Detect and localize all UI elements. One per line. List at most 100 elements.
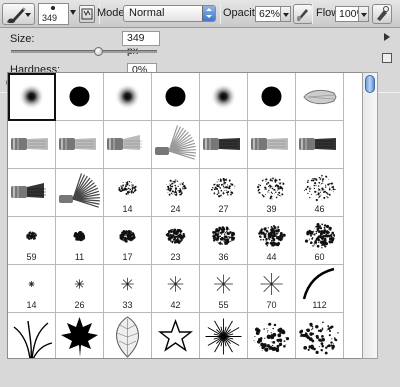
tablet-opacity-button[interactable] [293,4,313,24]
brush-preset-chalk[interactable]: 36 [200,217,248,265]
brush-preset-spray[interactable]: 24 [152,169,200,217]
brush-size-label: 14 [122,204,133,214]
brush-preset-maple-leaf[interactable] [56,313,104,358]
pen-pressure-icon [297,9,308,21]
flat-brush-brush-icon [59,138,96,150]
bristle-tip-brush-icon [303,89,337,105]
size-slider-thumb[interactable] [93,47,103,56]
airbrush-button[interactable] [372,4,392,24]
brush-list-scrollbar[interactable] [362,72,378,359]
brush-preset-picker[interactable]: 349 [38,3,69,25]
brush-preset-list[interactable]: 14 24 27 39 46 59 11 17 23 36 44 60 14 26 33 42 55 70 112 [7,72,362,359]
scrollbar-thumb[interactable] [365,75,375,93]
brush-dot-icon [51,6,55,10]
flow-dropdown-button[interactable] [358,6,369,22]
brush-preset-flat-brush[interactable] [8,121,56,169]
brush-preset-soft[interactable] [104,73,152,121]
brush-preset-splatter[interactable] [248,313,296,358]
brush-panel-toggle-button[interactable] [79,5,95,23]
brush-preset-soft[interactable] [200,73,248,121]
brush-preset-spray[interactable]: 59 [8,217,56,265]
chevron-down-icon[interactable] [70,10,76,15]
opacity-field[interactable]: 62% [255,6,281,22]
brush-preset-fan-brush-dark[interactable] [56,169,104,217]
leaf-brush-icon [116,316,139,358]
flow-field[interactable]: 100% [335,6,366,22]
brush-preset-angled-brush-dark[interactable] [8,169,56,217]
burst-brush-icon [205,318,242,355]
brush-preset-flat-brush-dark[interactable] [200,121,248,169]
brush-preset-leaf[interactable] [104,313,152,358]
opacity-dropdown-button[interactable] [280,6,291,22]
brush-size-label: 55 [218,300,229,310]
flat-brush-brush-icon [11,138,48,150]
brush-preset-fan-brush[interactable] [152,121,200,169]
brush-preset-star[interactable]: 33 [104,265,152,313]
flat-brush-brush-icon [251,138,288,150]
brush-size-label: 59 [26,252,37,262]
airbrush-icon [377,6,389,21]
brush-preset-soft[interactable] [8,73,56,121]
brush-preset-hard[interactable] [152,73,200,121]
brush-preset-star-outline[interactable] [152,313,200,358]
brush-preset-spray[interactable]: 46 [296,169,344,217]
brush-size-label: 112 [312,300,327,310]
brush-palette-icon [81,8,93,20]
size-field[interactable]: 349 px [122,31,160,57]
brush-size-label: 11 [74,252,85,262]
tool-preset-picker[interactable] [2,3,35,25]
brush-preset-spray[interactable]: 27 [200,169,248,217]
panel-menu-arrow-icon[interactable] [384,33,390,41]
brush-preset-angled-brush[interactable] [104,121,152,169]
brush-size-label: 23 [170,252,181,262]
grass-brush-icon [13,320,53,358]
brush-preset-chalk[interactable]: 17 [104,217,152,265]
brush-size-label: 14 [26,300,37,310]
chevron-down-icon [25,13,31,17]
hard-brush-icon [69,86,90,107]
soft-brush-icon [210,83,237,110]
flat-brush-dark-brush-icon [299,138,336,150]
brush-size-label: 42 [170,300,181,310]
toolbar-separator [220,4,221,24]
brush-preset-arc[interactable]: 112 [296,265,344,313]
brush-size-label: 36 [218,252,229,262]
splatter-brush-icon [253,322,290,353]
brush-preset-spray[interactable]: 39 [248,169,296,217]
brush-preset-grass[interactable] [8,313,56,358]
splatter2-brush-icon [299,321,339,355]
brush-size-label: 17 [122,252,133,262]
size-slider[interactable] [11,50,157,53]
brush-preset-bristle-tip[interactable] [296,73,344,121]
brush-preset-hard[interactable] [56,73,104,121]
brush-preset-star[interactable]: 42 [152,265,200,313]
brush-preset-star[interactable]: 26 [56,265,104,313]
brush-preset-chalk[interactable]: 23 [152,217,200,265]
brush-preset-star[interactable]: 70 [248,265,296,313]
new-preset-icon[interactable] [382,53,392,63]
brush-preset-chalk[interactable]: 11 [56,217,104,265]
brush-preset-flat-brush-dark[interactable] [296,121,344,169]
mode-select[interactable]: Normal [123,5,216,22]
toolbar-separator [312,4,313,24]
brush-preset-chalk[interactable]: 44 [248,217,296,265]
brush-preset-flat-brush[interactable] [248,121,296,169]
size-label: Size: [10,33,35,45]
brush-preset-chalk[interactable]: 60 [296,217,344,265]
brush-preset-flat-brush[interactable] [56,121,104,169]
brush-preset-star[interactable]: 14 [8,265,56,313]
brush-preset-star[interactable]: 55 [200,265,248,313]
brush-size-label: 39 [266,204,277,214]
brush-preset-grid: 14 24 27 39 46 59 11 17 23 36 44 60 14 26 33 42 55 70 112 [8,73,362,358]
maple-leaf-brush-icon [61,317,98,357]
brush-size-label: 24 [170,204,181,214]
options-bar: 349 Mode: Normal Opacity: 62% Flow: 100% [0,0,400,28]
brush-preset-hard[interactable] [248,73,296,121]
brush-preset-spray[interactable]: 14 [104,169,152,217]
soft-brush-icon [18,83,45,110]
soft-brush-icon [114,83,141,110]
brush-preset-splatter2[interactable] [296,313,344,358]
brush-icon [7,7,26,24]
brush-preset-burst[interactable] [200,313,248,358]
brush-size-preview: 349 [42,13,58,23]
